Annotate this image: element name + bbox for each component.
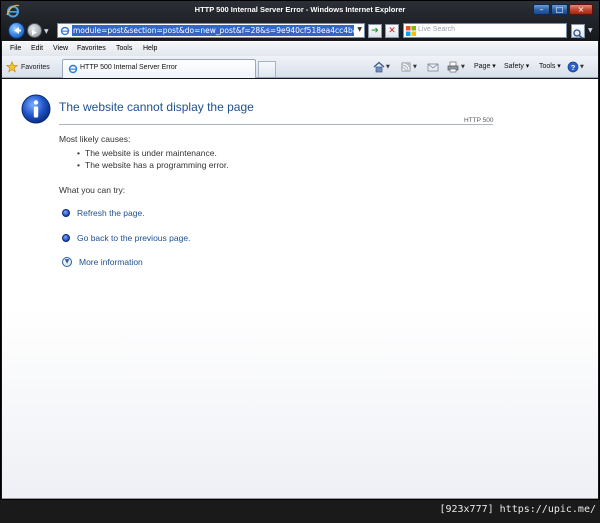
- menu-view[interactable]: View: [53, 45, 68, 52]
- page-menu-button[interactable]: Page ▾: [474, 62, 496, 70]
- refresh-link[interactable]: Refresh the page.: [77, 208, 145, 218]
- back-button[interactable]: [8, 22, 25, 39]
- page-menu-label: Page: [474, 63, 491, 70]
- window-controls: – □ ×: [533, 4, 593, 16]
- menu-file[interactable]: File: [10, 45, 21, 52]
- home-dropdown-icon[interactable]: ▼: [386, 64, 390, 70]
- browser-window: HTTP 500 Internal Server Error - Windows…: [0, 0, 600, 500]
- go-button[interactable]: ➔: [368, 24, 382, 38]
- favorites-label: Favorites: [21, 63, 50, 71]
- bullet: •: [77, 148, 80, 158]
- title-divider: [59, 124, 493, 125]
- page-icon: [60, 26, 70, 36]
- bullet: •: [77, 160, 80, 170]
- more-information-link[interactable]: More information: [79, 257, 143, 267]
- home-icon[interactable]: [373, 61, 385, 73]
- help-dropdown-icon[interactable]: ▼: [580, 64, 584, 70]
- cause-text: The website has a programming error.: [85, 160, 229, 170]
- tab-command-bar: Favorites HTTP 500 Internal Server Error…: [2, 56, 598, 78]
- go-back-action[interactable]: Go back to the previous page.: [62, 233, 190, 243]
- info-icon: [21, 94, 51, 124]
- search-button[interactable]: [571, 24, 585, 40]
- search-placeholder: Live Search: [418, 26, 455, 33]
- window-title: HTTP 500 Internal Server Error - Windows…: [194, 5, 406, 14]
- http-status-code: HTTP 500: [464, 117, 494, 124]
- history-dropdown-icon[interactable]: ▼: [44, 28, 49, 35]
- search-field[interactable]: Live Search: [403, 23, 567, 38]
- refresh-action[interactable]: Refresh the page.: [62, 208, 145, 218]
- menu-edit[interactable]: Edit: [31, 45, 43, 52]
- title-bar: HTTP 500 Internal Server Error - Windows…: [1, 1, 599, 21]
- print-dropdown-icon[interactable]: ▼: [461, 64, 465, 70]
- forward-arrow-icon: [32, 29, 37, 36]
- cause-item: • The website is under maintenance.: [77, 148, 217, 158]
- watermark-text: [923x777] https://upic.me/: [439, 504, 596, 515]
- tab-active[interactable]: HTTP 500 Internal Server Error: [62, 59, 256, 78]
- cause-item: • The website has a programming error.: [77, 160, 229, 170]
- new-tab-button[interactable]: [258, 61, 276, 77]
- close-button[interactable]: ×: [569, 4, 593, 15]
- safety-menu-label: Safety: [504, 63, 524, 70]
- more-information-toggle[interactable]: ▼ More information: [62, 257, 143, 267]
- menu-favorites[interactable]: Favorites: [77, 45, 106, 52]
- star-icon: [6, 61, 18, 73]
- causes-heading: Most likely causes:: [59, 134, 131, 144]
- menu-bar: File Edit View Favorites Tools Help: [2, 41, 598, 56]
- help-icon[interactable]: ?: [567, 61, 579, 73]
- menu-help[interactable]: Help: [143, 45, 157, 52]
- minimize-button[interactable]: –: [533, 4, 550, 15]
- svg-text:?: ?: [571, 63, 576, 72]
- forward-button[interactable]: [27, 23, 42, 38]
- feeds-dropdown-icon[interactable]: ▼: [413, 64, 417, 70]
- blue-bullet-icon: [62, 234, 70, 242]
- address-dropdown-icon[interactable]: ▼: [357, 26, 362, 33]
- menu-tools[interactable]: Tools: [116, 45, 132, 52]
- page-content: The website cannot display the page HTTP…: [2, 79, 598, 499]
- address-field[interactable]: module=post&section=post&do=new_post&f=2…: [57, 23, 365, 38]
- print-icon[interactable]: [447, 61, 459, 73]
- feeds-icon[interactable]: [400, 61, 412, 73]
- magnifier-icon: [573, 29, 584, 40]
- tools-menu-label: Tools: [539, 63, 556, 70]
- page-title: The website cannot display the page: [59, 100, 254, 114]
- safety-menu-button[interactable]: Safety ▾: [504, 62, 529, 70]
- back-arrow-icon: [14, 27, 21, 34]
- search-options-dropdown-icon[interactable]: ▼: [588, 27, 593, 34]
- favorites-button[interactable]: Favorites: [6, 60, 50, 74]
- navigation-bar: ▼ module=post&section=post&do=new_post&f…: [1, 21, 599, 41]
- live-search-logo-icon: [406, 26, 416, 36]
- expand-chevron-icon: ▼: [62, 257, 72, 267]
- blue-bullet-icon: [62, 209, 70, 217]
- stop-button[interactable]: ✕: [385, 24, 399, 38]
- tools-menu-button[interactable]: Tools ▾: [539, 62, 561, 70]
- try-heading: What you can try:: [59, 185, 126, 195]
- tab-page-icon: [68, 64, 78, 74]
- mail-icon[interactable]: [427, 61, 439, 73]
- maximize-button[interactable]: □: [551, 4, 568, 15]
- address-url-text[interactable]: module=post&section=post&do=new_post&f=2…: [72, 25, 354, 36]
- tab-title: HTTP 500 Internal Server Error: [80, 64, 178, 71]
- go-back-link[interactable]: Go back to the previous page.: [77, 233, 190, 243]
- cause-text: The website is under maintenance.: [85, 148, 217, 158]
